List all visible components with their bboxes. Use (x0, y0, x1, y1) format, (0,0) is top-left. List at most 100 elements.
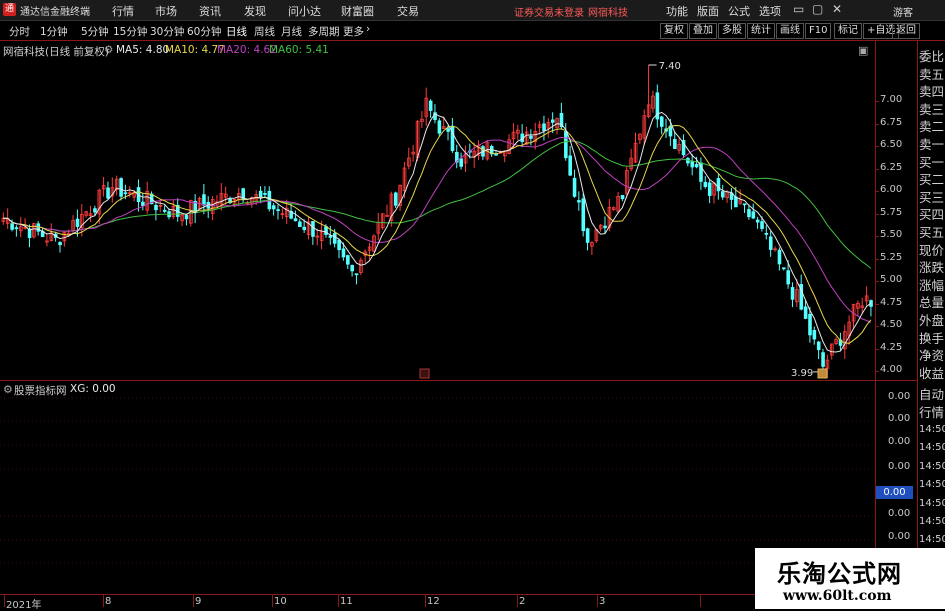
period-15min[interactable]: 15分钟 (113, 24, 147, 39)
fuquan-button[interactable]: 复权 (660, 23, 688, 39)
multi-stock-button[interactable]: 多股 (718, 23, 746, 39)
current-stock-name: 网宿科技 (588, 8, 628, 19)
candle-body (459, 158, 463, 167)
candle-body (550, 119, 555, 123)
indicator-tick-label: 0.00 (888, 436, 911, 447)
line-ma20 (3, 136, 872, 323)
menu-shichang[interactable]: 市场 (155, 3, 177, 19)
statistics-button[interactable]: 统计 (747, 23, 775, 39)
period-multi[interactable]: 多周期 (308, 24, 340, 39)
candle-body (58, 242, 62, 246)
candle-body (154, 204, 158, 211)
quote-label: 换手 (919, 330, 945, 346)
line-ma5 (3, 111, 872, 353)
price-tick-label: 4.25 (880, 341, 903, 353)
period-month[interactable]: 月线 (281, 24, 302, 39)
watermark-title: 乐淘公式网 (777, 559, 902, 588)
menu-zixun[interactable]: 资讯 (199, 3, 221, 19)
legend-ma60: MA60: 5.41 (269, 44, 329, 56)
quote-label: 现价 (919, 242, 945, 258)
more-chevron-icon[interactable]: › (366, 23, 370, 35)
price-axis-line (875, 41, 876, 594)
time-tick-label: 12 (427, 596, 440, 607)
period-more[interactable]: 更多 (343, 24, 364, 39)
high-annotation-label: 7.40 (659, 61, 681, 72)
candle-body (75, 218, 80, 227)
quote-label: 买五 (919, 225, 945, 240)
menu-caifuquan[interactable]: 财富圈 (341, 3, 374, 19)
period-toolbar: 分时 1分钟 5分钟 15分钟 30分钟 60分钟 日线 周线 月线 多周期 更… (0, 21, 945, 41)
period-week[interactable]: 周线 (254, 24, 275, 39)
time-tick-label: 8 (105, 596, 112, 607)
candle-body (437, 120, 442, 134)
candle-body (716, 178, 721, 192)
quote-sub-label[interactable]: 行情 (919, 402, 945, 421)
time-tick-mark (700, 595, 701, 607)
candle-body (123, 192, 128, 195)
candle-body (93, 208, 97, 213)
candle-body (808, 313, 812, 336)
period-30min[interactable]: 30分钟 (150, 24, 184, 39)
menu-wenxiaoda[interactable]: 问小达 (288, 3, 321, 19)
tick-time-label: 14:50 (919, 424, 945, 435)
time-tick-mark (103, 595, 104, 607)
period-5min[interactable]: 5分钟 (81, 24, 109, 39)
app-logo-icon: 通 (3, 3, 16, 16)
menu-faxian[interactable]: 发现 (244, 3, 266, 19)
period-60min[interactable]: 60分钟 (187, 24, 221, 39)
candle-body (293, 218, 298, 222)
candle-body (755, 219, 760, 223)
line-ma60 (3, 140, 872, 269)
quote-label: 卖四 (919, 84, 945, 100)
candle-body (568, 155, 572, 176)
time-tick-mark (338, 595, 339, 607)
candlestick-chart[interactable]: 7.40 3.99 (0, 56, 875, 380)
candle-body (350, 265, 354, 272)
draw-line-button[interactable]: 画线 (776, 23, 804, 39)
f10-button[interactable]: F10 (805, 23, 832, 39)
app-title: 通达信金融终端 (20, 7, 90, 18)
menu-banmian[interactable]: 版面 (697, 3, 719, 19)
menu-xuanxiang[interactable]: 选项 (759, 3, 781, 19)
restore-icon[interactable]: ▢ (812, 2, 823, 16)
price-tick-label: 6.50 (880, 139, 903, 150)
candle-body (529, 135, 533, 139)
period-day[interactable]: 日线 (226, 24, 247, 39)
settings-gear-icon[interactable]: ⚙ (104, 44, 113, 56)
price-tick-label: 6.75 (880, 116, 903, 128)
menu-hangqing[interactable]: 行情 (112, 3, 134, 19)
event-marker[interactable] (817, 368, 828, 379)
time-tick-label: 10 (274, 596, 287, 607)
back-button[interactable]: 返回 (892, 23, 920, 39)
period-fenshi[interactable]: 分时 (9, 24, 30, 39)
event-marker[interactable] (419, 368, 430, 379)
candle-body (786, 270, 790, 285)
tick-time-label: 14:50 (919, 497, 945, 509)
menu-gongneng[interactable]: 功能 (666, 3, 688, 19)
period-1min[interactable]: 1分钟 (40, 24, 68, 39)
close-icon[interactable]: ✕ (832, 2, 842, 16)
menu-guest[interactable]: 游客 (893, 4, 913, 19)
candle-body (354, 273, 359, 276)
quote-label: 买二 (919, 172, 945, 188)
menu-jiaoyi[interactable]: 交易 (397, 3, 419, 19)
candle-body (311, 220, 315, 237)
trade-login-status[interactable]: 证券交易未登录 (514, 4, 584, 19)
indicator-chart[interactable] (0, 395, 875, 594)
candle-body (202, 194, 206, 206)
time-tick-mark (425, 595, 426, 607)
panel-separator (0, 380, 917, 381)
minimize-icon[interactable]: ▭ (793, 2, 804, 16)
overlay-button[interactable]: 叠加 (689, 23, 717, 39)
indicator-tick-label: 0.00 (888, 461, 911, 472)
indicator-xg-legend: XG: 0.00 (70, 383, 116, 395)
candle-body (184, 215, 189, 220)
candle-body (782, 267, 786, 270)
menu-gongshi[interactable]: 公式 (728, 3, 750, 19)
indicator-tick-label: 0.00 (888, 413, 911, 424)
candle-body (742, 203, 747, 206)
mark-button[interactable]: 标记 (834, 23, 862, 39)
price-tick-label: 6.00 (880, 184, 903, 195)
quote-sub-label[interactable]: 自动 (919, 384, 945, 403)
candle-body (572, 177, 577, 197)
